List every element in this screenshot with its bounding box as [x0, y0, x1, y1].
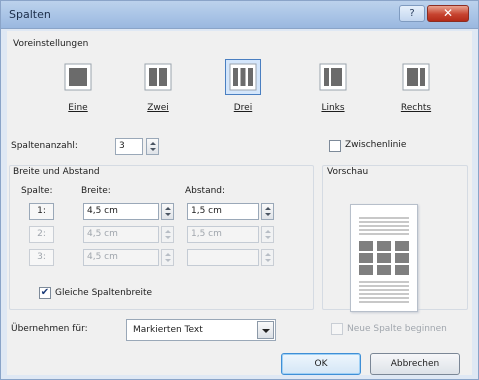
col-spacing-1[interactable]: 1,5 cm	[187, 203, 259, 220]
col-width-2-spinner[interactable]	[161, 226, 174, 243]
apply-to-value: Markierten Text	[133, 325, 203, 335]
col-spacing-3-spinner[interactable]	[261, 249, 274, 266]
preset-rechts-icon	[398, 59, 434, 95]
col-width-3-spinner[interactable]	[161, 249, 174, 266]
column-count-input[interactable]: 3	[115, 138, 143, 155]
preset-zwei-label: Zwei	[147, 103, 169, 113]
col-spacing-1-spinner[interactable]	[261, 203, 274, 220]
column-count-label: Spaltenanzahl:	[11, 141, 78, 151]
separator-label: Zwischenlinie	[345, 140, 407, 150]
preview-text-line	[359, 229, 409, 231]
preview-text-line	[359, 281, 409, 283]
col-width-1[interactable]: 4,5 cm	[83, 203, 159, 220]
preview-column-block	[395, 241, 409, 251]
preset-eine-label: Eine	[68, 103, 88, 113]
col-spacing-2-spinner[interactable]	[261, 226, 274, 243]
help-button[interactable]: ?	[399, 5, 425, 22]
preview-text-line	[359, 225, 409, 227]
equal-width-label: Gleiche Spaltenbreite	[55, 288, 153, 298]
dialog-body: Voreinstellungen Eine Zwei Drei Links Re…	[7, 31, 472, 375]
preview-text-line	[359, 301, 409, 303]
equal-width-checkbox[interactable]: ✔	[39, 287, 51, 299]
preset-links-icon	[315, 59, 351, 95]
preview-column-block	[359, 265, 373, 275]
preview-label: Vorschau	[327, 167, 369, 177]
col-num-2: 2:	[29, 226, 54, 243]
apply-to-select[interactable]: Markierten Text	[126, 319, 276, 341]
preset-rechts[interactable]: Rechts	[391, 59, 441, 113]
preset-eine[interactable]: Eine	[53, 59, 103, 113]
presets-label: Voreinstellungen	[13, 39, 89, 49]
col-spacing-3[interactable]	[187, 249, 259, 266]
new-column-checkbox[interactable]	[331, 323, 343, 335]
preview-column-block	[359, 253, 373, 263]
separator-checkbox[interactable]	[329, 140, 341, 152]
width-header: Breite:	[81, 186, 111, 196]
preview-column-block	[377, 241, 391, 251]
preset-links[interactable]: Links	[308, 59, 358, 113]
apply-to-label: Übernehmen für:	[11, 324, 88, 334]
width-spacing-label: Breite und Abstand	[13, 167, 100, 177]
col-width-3[interactable]: 4,5 cm	[83, 249, 159, 266]
preset-drei-label: Drei	[233, 103, 253, 113]
preview-column-block	[395, 253, 409, 263]
preview-page	[350, 204, 418, 312]
column-count-spinner[interactable]	[146, 138, 159, 155]
preview-text-line	[359, 293, 409, 295]
col-spacing-2[interactable]: 1,5 cm	[187, 226, 259, 243]
col-width-1-spinner[interactable]	[161, 203, 174, 220]
preset-zwei-icon	[140, 59, 176, 95]
preview-column-block	[359, 241, 373, 251]
preset-rechts-label: Rechts	[400, 103, 432, 113]
preview-column-block	[395, 265, 409, 275]
preview-text-line	[359, 217, 409, 219]
col-header: Spalte:	[21, 186, 53, 196]
cancel-button[interactable]: Abbrechen	[370, 353, 460, 375]
new-column-label: Neue Spalte beginnen	[347, 324, 447, 334]
preview-text-line	[359, 233, 409, 235]
preset-drei[interactable]: Drei	[218, 59, 268, 113]
title-bar: Spalten ? ✕	[1, 1, 478, 29]
col-num-3: 3:	[29, 249, 54, 266]
preview-text-line	[359, 297, 409, 299]
preset-eine-icon	[60, 59, 96, 95]
preview-text-line	[359, 285, 409, 287]
chevron-down-icon[interactable]	[257, 321, 274, 339]
spacing-header: Abstand:	[185, 186, 226, 196]
columns-dialog: Spalten ? ✕ Voreinstellungen Eine Zwei D…	[0, 0, 479, 380]
preview-column-block	[377, 253, 391, 263]
preview-illustration	[359, 217, 409, 303]
window-title: Spalten	[9, 8, 51, 21]
preview-text-line	[359, 289, 409, 291]
preset-zwei[interactable]: Zwei	[133, 59, 183, 113]
preview-text-line	[359, 221, 409, 223]
preset-links-label: Links	[321, 103, 345, 113]
col-width-2[interactable]: 4,5 cm	[83, 226, 159, 243]
preset-drei-icon	[225, 59, 261, 95]
ok-button[interactable]: OK	[281, 353, 361, 375]
col-num-1: 1:	[29, 203, 54, 220]
close-button[interactable]: ✕	[427, 5, 469, 22]
preview-column-block	[377, 265, 391, 275]
